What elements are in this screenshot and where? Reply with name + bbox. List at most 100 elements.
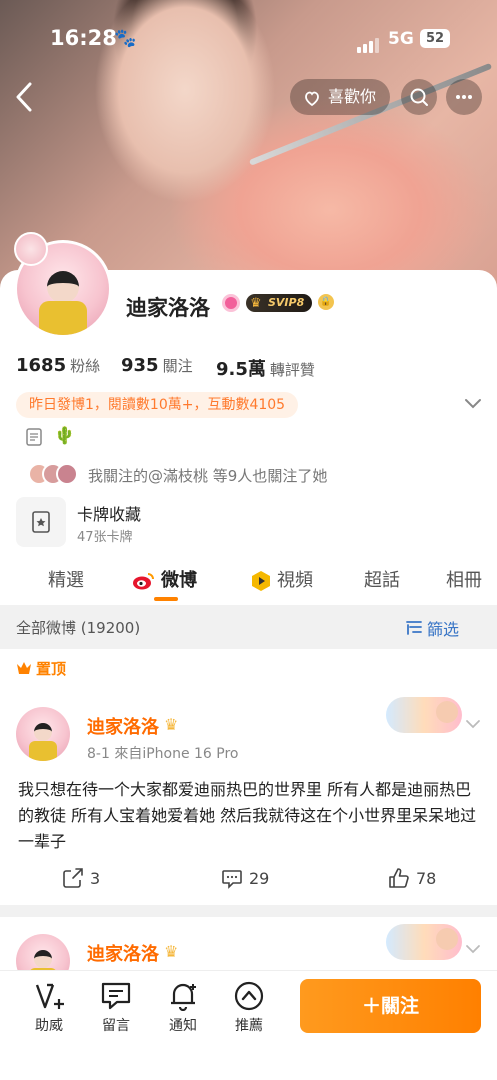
post-avatar-face: [34, 950, 52, 968]
verified-badge-icon[interactable]: [222, 294, 240, 312]
tab-video[interactable]: 視頻: [250, 566, 313, 592]
document-icon[interactable]: [26, 428, 42, 446]
avatar-body: [39, 301, 87, 335]
avatar-pendant-decoration: [14, 232, 48, 266]
video-badge-icon: [252, 571, 270, 591]
card-collection-icon-box: [16, 497, 66, 547]
stat-following[interactable]: 935 關注: [121, 355, 193, 376]
signal-icon: [357, 34, 381, 53]
battery-indicator: 52: [420, 29, 450, 48]
crown-icon: ♛: [250, 296, 262, 311]
tab-album[interactable]: 相冊: [446, 566, 482, 592]
tab-weibo-label: 微博: [161, 570, 197, 591]
bell-plus-icon: [171, 983, 196, 1011]
repost-count: 3: [90, 869, 101, 888]
cactus-icon[interactable]: 🌵: [54, 426, 75, 446]
message-button[interactable]: 留言: [91, 981, 141, 1035]
weibo-logo-icon: [133, 573, 154, 590]
cheer-label: 助威: [35, 1018, 63, 1034]
bottom-action-bar: 助威 留言 通知 推薦 ＋關注: [0, 970, 497, 1080]
recommend-chevron-up-icon: [234, 981, 264, 1011]
more-button[interactable]: [446, 79, 482, 115]
recommend-button[interactable]: 推薦: [224, 981, 274, 1035]
comment-count: 29: [249, 869, 270, 888]
post-actions: 3 29 78: [0, 867, 497, 893]
thumbs-up-icon: [389, 868, 409, 888]
all-posts-count: 全部微博 (19200): [16, 619, 141, 637]
post-author-name[interactable]: 迪家洛洛: [87, 713, 159, 739]
profile-tabs: 精選 微博 視頻 超話 相冊: [0, 560, 497, 604]
profile-page: 16:28 🐾 5G 52 喜歡你 迪家洛洛 ♛ SVIP8 🔒 1685 粉絲…: [0, 0, 497, 1080]
tab-weibo[interactable]: 微博: [132, 566, 197, 592]
search-button[interactable]: [401, 79, 437, 115]
tab-video-label: 視頻: [277, 570, 313, 591]
card-star-icon: [32, 511, 50, 533]
cheer-v-plus-icon: [35, 983, 64, 1009]
filter-button[interactable]: 篩选: [406, 616, 460, 640]
like-count: 78: [416, 869, 437, 888]
network-type: 5G: [388, 29, 414, 49]
tab-supertopic[interactable]: 超話: [364, 566, 400, 592]
crown-pin-icon: [17, 662, 31, 674]
lock-badge-icon[interactable]: 🔒: [318, 294, 334, 310]
more-dots-icon: [456, 95, 472, 99]
pinned-text: 置顶: [36, 660, 67, 678]
chevron-down-icon[interactable]: [464, 397, 482, 411]
card-collection-subtitle: 47张卡牌: [77, 530, 133, 545]
status-time: 16:28: [50, 26, 117, 50]
post-card-decoration: [386, 697, 462, 733]
svip-label: SVIP8: [268, 296, 305, 309]
hand-heart-icon: [305, 91, 319, 107]
pinned-label: 置顶: [16, 658, 66, 679]
svip-badge[interactable]: ♛ SVIP8: [246, 294, 313, 312]
cheer-button[interactable]: 助威: [24, 981, 74, 1035]
profile-username: 迪家洛洛: [126, 296, 210, 320]
active-tab-indicator: [154, 597, 178, 601]
stat-fans-label: 粉絲: [70, 357, 101, 375]
card-collection[interactable]: 卡牌收藏 47张卡牌: [16, 497, 316, 547]
stat-interactions-value: 9.5萬: [216, 359, 266, 380]
stat-following-label: 關注: [162, 357, 193, 375]
follow-button[interactable]: ＋關注: [300, 979, 481, 1033]
search-icon: [410, 88, 428, 106]
like-you-button[interactable]: 喜歡你: [290, 79, 390, 115]
tab-featured[interactable]: 精選: [48, 566, 84, 592]
mutual-followers-text: 我關注的@滿枝桃 等9人也關注了她: [88, 467, 328, 485]
mutual-followers[interactable]: 我關注的@滿枝桃 等9人也關注了她: [28, 463, 428, 487]
paw-icon: 🐾: [114, 28, 137, 49]
post-divider: [0, 905, 497, 917]
comment-icon: [222, 870, 242, 889]
chevron-down-icon[interactable]: [465, 719, 481, 731]
comment-button[interactable]: 29: [221, 867, 269, 889]
filter-icon: [406, 621, 422, 635]
message-bubble-icon: [101, 982, 131, 1010]
stat-fans[interactable]: 1685 粉絲: [16, 355, 100, 376]
post-text: 我只想在待一个大家都爱迪丽热巴的世界里 所有人都是迪丽热巴的教徒 所有人宝着她爱…: [18, 780, 477, 851]
notify-button[interactable]: 通知: [158, 981, 208, 1035]
stat-interactions[interactable]: 9.5萬 轉評贊: [216, 355, 315, 381]
activity-summary[interactable]: 昨日發博1，閱讀數10萬+，互動數4105: [16, 392, 299, 418]
post-author-avatar[interactable]: [16, 707, 70, 761]
chevron-down-icon[interactable]: [465, 944, 481, 956]
filter-bar: 全部微博 (19200) 篩选: [0, 605, 497, 649]
recommend-label: 推薦: [235, 1018, 263, 1034]
avatar-face: [47, 271, 79, 303]
stat-fans-value: 1685: [16, 355, 67, 376]
message-label: 留言: [102, 1018, 130, 1034]
repost-icon: [63, 868, 83, 888]
chevron-left-icon: [16, 82, 32, 112]
stat-following-value: 935: [121, 355, 159, 376]
notify-label: 通知: [169, 1018, 197, 1034]
post-avatar-body: [29, 741, 57, 761]
like-button[interactable]: 78: [388, 867, 436, 889]
stat-interactions-label: 轉評贊: [269, 361, 315, 379]
status-bar: 16:28 🐾 5G 52: [0, 26, 497, 56]
like-you-label: 喜歡你: [328, 87, 377, 106]
filter-label: 篩选: [427, 620, 460, 639]
post-meta: 8-1 來自iPhone 16 Pro: [87, 746, 239, 762]
repost-button[interactable]: 3: [62, 867, 100, 889]
back-button[interactable]: [10, 80, 40, 114]
crown-badge-icon: ♛: [164, 942, 179, 961]
card-collection-title: 卡牌收藏: [77, 505, 142, 524]
post-author-name[interactable]: 迪家洛洛: [87, 940, 159, 966]
